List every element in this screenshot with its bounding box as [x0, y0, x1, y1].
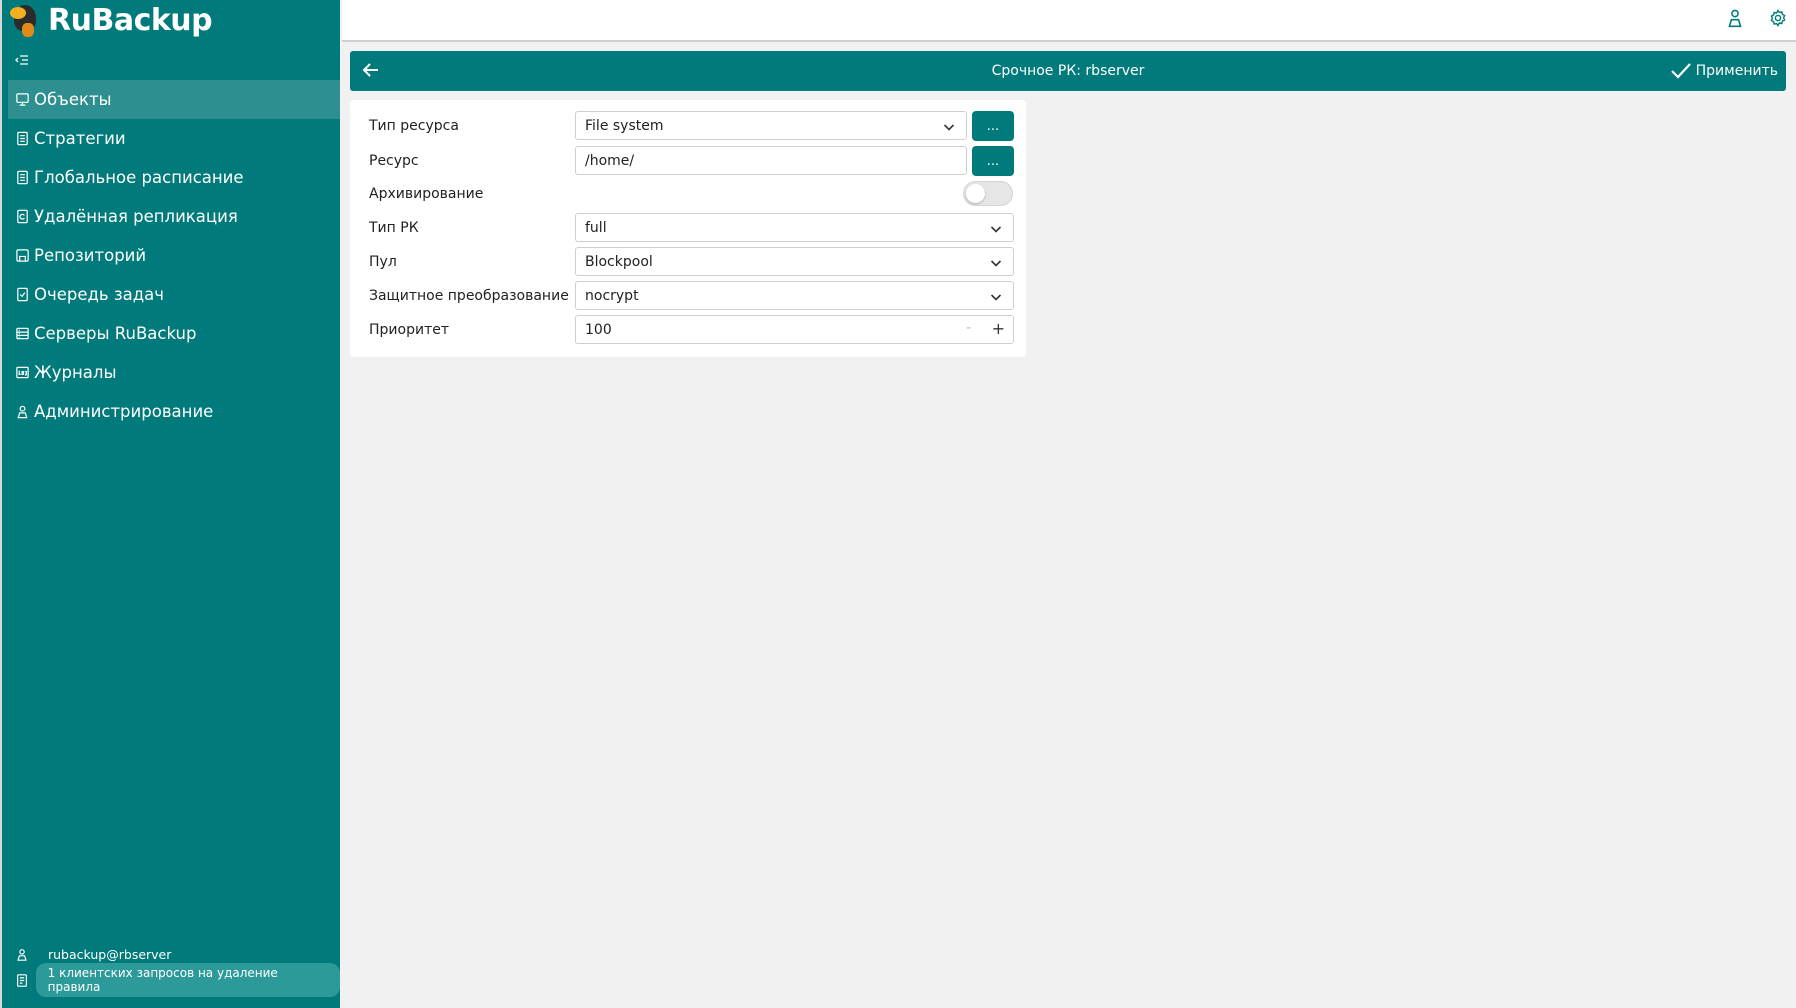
sidebar-item-repository[interactable]: Репозиторий	[8, 236, 340, 275]
resource-input[interactable]: /home/	[575, 146, 967, 175]
sidebar-footer: rubackup@rbserver 1 клиентских запросов …	[14, 943, 340, 1008]
chevron-down-icon	[990, 294, 1002, 301]
server-icon	[14, 326, 30, 342]
apply-button[interactable]: Применить	[1670, 58, 1778, 84]
sidebar-nav: Объекты Стратегии Глобальное расписание …	[8, 80, 340, 431]
current-user-name: rubackup@rbserver	[48, 946, 172, 962]
sidebar-item-global-schedule[interactable]: Глобальное расписание	[8, 158, 340, 197]
protection-value: nocrypt	[585, 287, 639, 304]
collapse-menu-icon[interactable]	[14, 52, 32, 70]
sidebar-item-administration[interactable]: Администрирование	[8, 392, 340, 431]
chevron-down-icon	[990, 260, 1002, 267]
sidebar-item-label: Репозиторий	[34, 246, 147, 265]
backup-type-select[interactable]: full	[575, 213, 1014, 242]
logo-bird-icon	[10, 1, 44, 39]
repository-icon	[14, 248, 30, 264]
resource-row: Ресурс /home/ ...	[369, 146, 1014, 176]
priority-stepper[interactable]: 100 - +	[575, 315, 1014, 344]
archiving-row: Архивирование	[369, 179, 1014, 208]
top-bar	[342, 0, 1796, 42]
sidebar-item-objects[interactable]: Объекты	[8, 80, 340, 119]
resource-type-row: Тип ресурса File system ...	[369, 111, 1014, 141]
current-user[interactable]: rubackup@rbserver	[14, 943, 340, 965]
sidebar-item-task-queue[interactable]: Очередь задач	[8, 275, 340, 314]
sidebar-item-logs[interactable]: Журналы	[8, 353, 340, 392]
priority-label: Приоритет	[369, 321, 449, 338]
toggle-knob	[966, 184, 985, 203]
pool-label: Пул	[369, 253, 397, 270]
sidebar-item-strategies[interactable]: Стратегии	[8, 119, 340, 158]
sidebar-item-label: Удалённая репликация	[34, 207, 238, 226]
protection-label: Защитное преобразование	[369, 287, 569, 304]
resource-type-label: Тип ресурса	[369, 117, 459, 134]
pool-select[interactable]: Blockpool	[575, 247, 1014, 276]
checkmark-icon	[1670, 63, 1691, 79]
page-title: Срочное РК: rbserver	[991, 63, 1145, 79]
chevron-down-icon	[943, 124, 955, 131]
chevron-down-icon	[990, 226, 1002, 233]
resource-type-value: File system	[585, 117, 664, 134]
logo-text: RuBackup	[48, 2, 213, 38]
notification[interactable]: 1 клиентских запросов на удаление правил…	[14, 963, 340, 997]
sidebar-item-label: Серверы RuBackup	[34, 324, 197, 343]
pool-value: Blockpool	[585, 253, 653, 270]
sidebar-item-label: Объекты	[34, 90, 112, 109]
document-icon	[14, 170, 30, 186]
priority-increment-button[interactable]: +	[992, 319, 1005, 338]
sidebar-item-label: Глобальное расписание	[34, 168, 244, 187]
task-queue-icon	[14, 287, 30, 303]
apply-button-label: Применить	[1695, 63, 1778, 79]
user-icon	[14, 947, 30, 962]
document-icon	[14, 131, 30, 147]
log-icon	[14, 365, 30, 381]
resource-value: /home/	[585, 152, 635, 169]
sidebar-item-label: Администрирование	[34, 402, 214, 421]
sidebar-item-label: Очередь задач	[34, 285, 165, 304]
archiving-toggle[interactable]	[963, 181, 1013, 206]
backup-type-label: Тип РК	[369, 219, 419, 236]
priority-decrement-button[interactable]: -	[966, 320, 971, 336]
settings-gear-icon[interactable]	[1768, 8, 1790, 30]
backup-form: Тип ресурса File system ... Ресурс /home…	[350, 100, 1026, 357]
priority-value: 100	[585, 321, 612, 338]
resource-type-options-button[interactable]: ...	[972, 111, 1014, 141]
backup-type-row: Тип РК full	[369, 213, 1014, 242]
sidebar-item-label: Журналы	[34, 363, 117, 382]
resource-browse-button[interactable]: ...	[972, 146, 1014, 176]
replication-icon	[14, 209, 30, 225]
sidebar-item-remote-replication[interactable]: Удалённая репликация	[8, 197, 340, 236]
notification-document-icon	[14, 973, 30, 988]
resource-type-select[interactable]: File system	[575, 111, 967, 140]
user-profile-icon[interactable]	[1726, 8, 1748, 30]
pool-row: Пул Blockpool	[369, 247, 1014, 276]
monitor-icon	[14, 92, 30, 108]
back-arrow-icon[interactable]	[360, 59, 384, 83]
protection-select[interactable]: nocrypt	[575, 281, 1014, 310]
resource-label: Ресурс	[369, 152, 419, 169]
page-header: Срочное РК: rbserver Применить	[350, 51, 1786, 91]
logo[interactable]: RuBackup	[10, 0, 213, 40]
sidebar: RuBackup Объекты Стратегии Глобальное ра…	[0, 0, 340, 1008]
protection-row: Защитное преобразование nocrypt	[369, 281, 1014, 310]
backup-type-value: full	[585, 219, 607, 236]
user-admin-icon	[14, 404, 30, 420]
sidebar-item-label: Стратегии	[34, 129, 126, 148]
sidebar-item-servers[interactable]: Серверы RuBackup	[8, 314, 340, 353]
priority-row: Приоритет 100 - +	[369, 315, 1014, 344]
archiving-label: Архивирование	[369, 185, 484, 202]
notification-badge[interactable]: 1 клиентских запросов на удаление правил…	[35, 963, 340, 997]
